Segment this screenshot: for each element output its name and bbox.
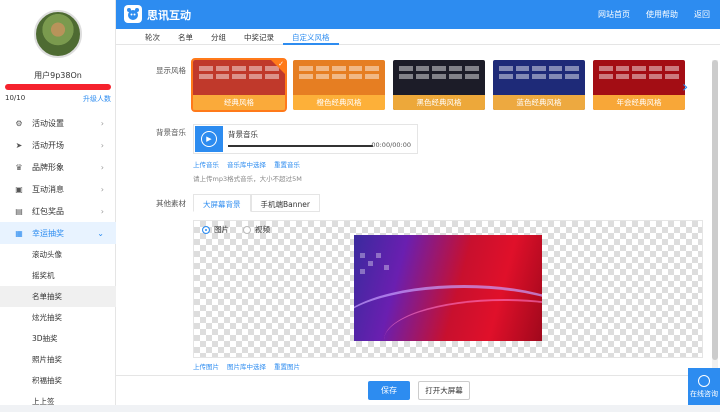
music-label: 背景音乐: [156, 128, 186, 137]
theme-card-orange[interactable]: 橙色经典风格: [293, 60, 385, 110]
chevron-right-icon[interactable]: ›: [682, 77, 688, 96]
nav-home-link[interactable]: 网站首页: [598, 9, 630, 20]
sidebar-item-label: 品牌形象: [32, 162, 64, 172]
image-library-link[interactable]: 图片库中选择: [227, 361, 266, 371]
music-progress[interactable]: [228, 145, 373, 147]
gear-icon: ⚙: [15, 118, 23, 128]
tab-bar: 轮次 名单 分组 中奖记录 自定义风格: [116, 29, 720, 45]
tab-mobile-banner[interactable]: 手机端Banner: [250, 194, 320, 212]
save-button[interactable]: 保存: [368, 381, 410, 400]
chevron-down-icon: ⌄: [97, 228, 104, 238]
play-button[interactable]: ▶: [195, 126, 223, 152]
tab-rounds[interactable]: 轮次: [136, 29, 169, 45]
brand-name: 思讯互动: [147, 9, 191, 22]
radio-dot: [202, 225, 210, 234]
submenu-item-photo-draw[interactable]: 照片抽奖: [0, 349, 116, 370]
sidebar: 用户9p38On 10/10 升级人数 ⚙ 活动设置 › ➤ 活动开场 › ♛ …: [0, 0, 116, 406]
material-preview-area: 图片 视频: [193, 220, 703, 358]
sidebar-item-label: 互动消息: [32, 184, 64, 194]
sidebar-item-label: 活动设置: [32, 118, 64, 128]
theme-caption: 年会经典风格: [593, 95, 685, 110]
scrollbar[interactable]: [712, 60, 718, 380]
username: 用户9p38On: [34, 71, 82, 80]
style-label: 显示风格: [156, 66, 186, 75]
play-icon: ▶: [201, 131, 217, 147]
theme-list: 经典风格 橙色经典风格 黑色经典风格 蓝色经典风格 年会经典风格: [191, 58, 685, 112]
upgrade-link[interactable]: 升级人数: [83, 94, 111, 104]
scrollbar-thumb[interactable]: [712, 60, 718, 360]
submenu-item-3d-draw[interactable]: 3D抽奖: [0, 328, 116, 349]
submenu-item-blessing-draw[interactable]: 积福抽奖: [0, 370, 116, 391]
online-consult-label: 在线咨询: [690, 389, 718, 398]
radio-label: 视频: [255, 225, 270, 234]
radio-label: 图片: [214, 225, 229, 234]
submenu-item-fortune-stick[interactable]: 上上签: [0, 391, 116, 412]
online-consult-button[interactable]: 在线咨询: [688, 368, 720, 405]
chevron-right-icon: ›: [100, 206, 104, 216]
headset-icon: [698, 374, 710, 387]
radio-dot: [243, 225, 251, 234]
avatar[interactable]: [34, 10, 82, 58]
sidebar-item-label: 幸运抽奖: [32, 228, 64, 238]
upload-image-link[interactable]: 上传图片: [193, 361, 219, 371]
theme-caption: 蓝色经典风格: [493, 95, 585, 110]
sidebar-item-activity-settings[interactable]: ⚙ 活动设置 ›: [0, 112, 116, 134]
upload-music-link[interactable]: 上传音乐: [193, 159, 219, 169]
chevron-right-icon: ›: [100, 184, 104, 194]
music-title: 背景音乐: [228, 130, 258, 139]
nav-back-link[interactable]: 返回: [694, 9, 710, 20]
nav-help-link[interactable]: 使用帮助: [646, 9, 678, 20]
main-panel: 轮次 名单 分组 中奖记录 自定义风格 显示风格 经典风格 橙色经典风格 黑色经…: [116, 29, 720, 405]
sidebar-item-label: 红包奖品: [32, 206, 64, 216]
materials-label: 其他素材: [156, 199, 186, 208]
reset-music-link[interactable]: 重置音乐: [274, 159, 300, 169]
theme-card-annual[interactable]: 年会经典风格: [593, 60, 685, 110]
quota-progress-bar: [5, 84, 111, 90]
brand-icon: ♛: [15, 162, 23, 172]
sidebar-item-activity-opening[interactable]: ➤ 活动开场 ›: [0, 134, 116, 156]
music-player: ▶ 背景音乐 00:00/00:00: [193, 124, 418, 154]
music-library-link[interactable]: 音乐库中选择: [227, 159, 266, 169]
chevron-right-icon: ›: [100, 140, 104, 150]
tab-custom-style[interactable]: 自定义风格: [283, 29, 339, 45]
sidebar-item-label: 活动开场: [32, 140, 64, 150]
logo-icon: [124, 5, 142, 23]
theme-caption: 黑色经典风格: [393, 95, 485, 110]
theme-caption: 经典风格: [193, 95, 285, 110]
radio-image[interactable]: 图片: [202, 224, 229, 235]
open-big-screen-button[interactable]: 打开大屏幕: [418, 381, 470, 400]
action-bar: 保存 打开大屏幕: [116, 375, 720, 405]
music-hint: 请上传mp3格式音乐，大小不超过5M: [193, 175, 302, 183]
theme-card-black[interactable]: 黑色经典风格: [393, 60, 485, 110]
radio-video[interactable]: 视频: [243, 224, 270, 235]
sidebar-item-brand-image[interactable]: ♛ 品牌形象 ›: [0, 156, 116, 178]
sidebar-item-interactive-messages[interactable]: ▣ 互动消息 ›: [0, 178, 116, 200]
tab-screen-background[interactable]: 大屏幕背景: [193, 194, 251, 212]
chevron-right-icon: ›: [100, 118, 104, 128]
reset-image-link[interactable]: 重置图片: [274, 361, 300, 371]
background-image-preview: [354, 235, 542, 341]
chevron-right-icon: ›: [100, 162, 104, 172]
quota-count: 10/10: [5, 94, 26, 102]
submenu-item-rolling-avatar[interactable]: 滚动头像: [0, 244, 116, 265]
theme-card-classic[interactable]: 经典风格: [191, 58, 287, 112]
materials-tabs: 大屏幕背景 手机端Banner: [193, 194, 320, 212]
sidebar-menu: ⚙ 活动设置 › ➤ 活动开场 › ♛ 品牌形象 › ▣ 互动消息 › ▤ 红包…: [0, 112, 116, 412]
send-icon: ➤: [15, 140, 23, 150]
gift-icon: ▤: [15, 206, 23, 216]
sidebar-item-lucky-draw[interactable]: ▦ 幸运抽奖 ⌄: [0, 222, 116, 244]
tab-winners[interactable]: 中奖记录: [235, 29, 283, 45]
tab-list[interactable]: 名单: [169, 29, 202, 45]
submenu-item-lottery-machine[interactable]: 摇奖机: [0, 265, 116, 286]
lottery-icon: ▦: [15, 228, 23, 238]
check-icon: [271, 60, 285, 74]
tab-groups[interactable]: 分组: [202, 29, 235, 45]
submenu-item-glow-draw[interactable]: 炫光抽奖: [0, 307, 116, 328]
message-icon: ▣: [15, 184, 23, 194]
theme-caption: 橙色经典风格: [293, 95, 385, 110]
submenu-item-list-draw[interactable]: 名单抽奖: [0, 286, 116, 307]
sidebar-item-red-packet-prizes[interactable]: ▤ 红包奖品 ›: [0, 200, 116, 222]
theme-card-blue[interactable]: 蓝色经典风格: [493, 60, 585, 110]
music-time: 00:00/00:00: [371, 141, 411, 149]
